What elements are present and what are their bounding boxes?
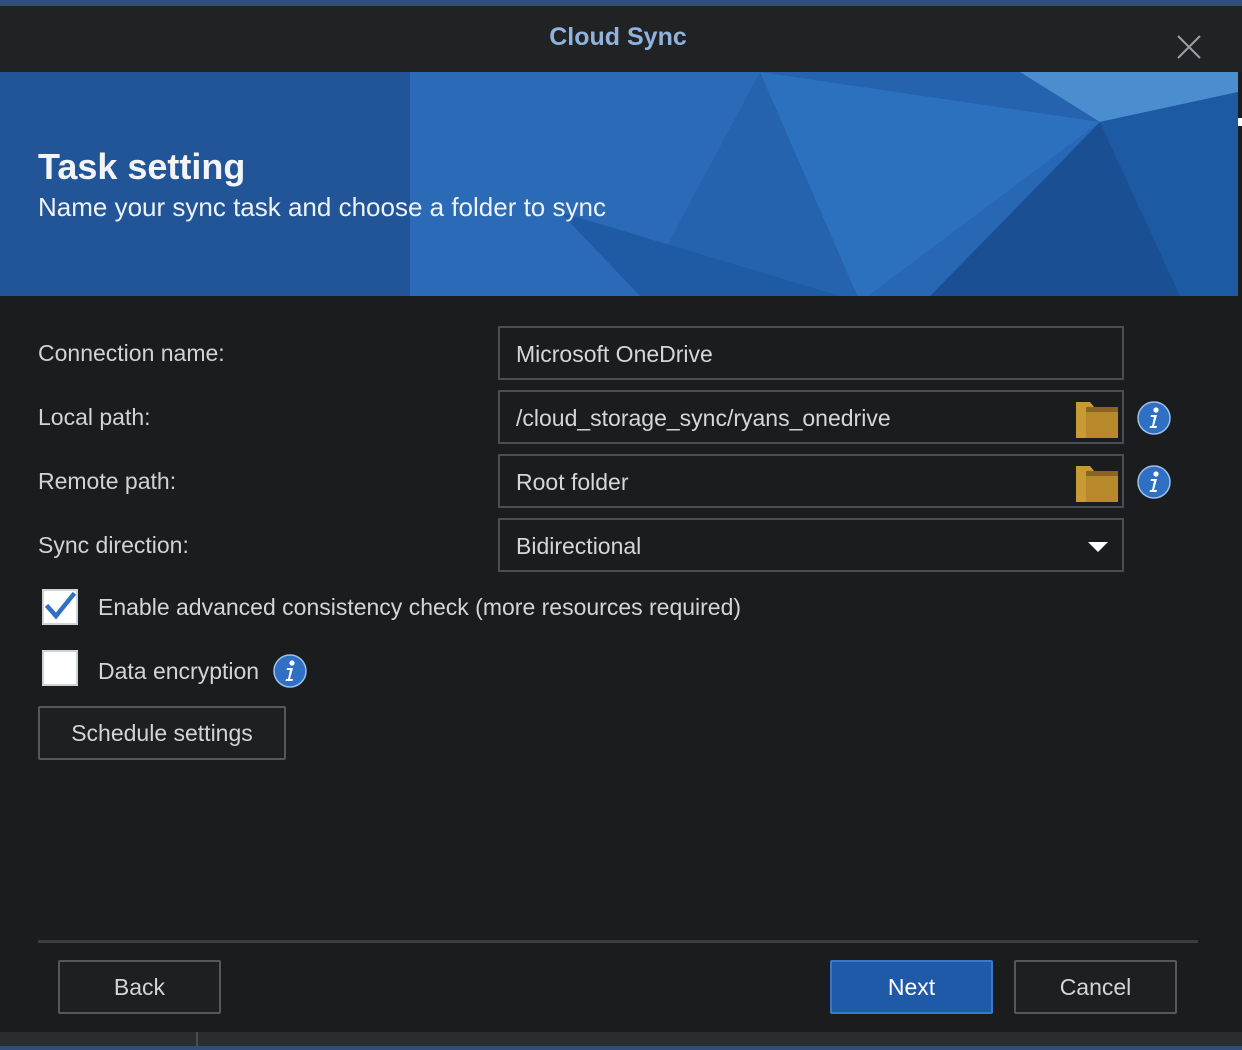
schedule-settings-button[interactable]: Schedule settings (38, 706, 286, 760)
local-path-label: Local path: (38, 404, 151, 430)
banner-title: Task setting (38, 146, 246, 187)
local-path-field[interactable]: /cloud_storage_sync/ryans_onedrive (498, 390, 1124, 444)
scroll-indicator (1238, 118, 1242, 126)
window-title: Cloud Sync (549, 23, 687, 51)
chevron-down-icon[interactable] (1086, 540, 1110, 554)
local-path-info-icon[interactable] (1137, 401, 1171, 435)
sync-direction-select[interactable]: Bidirectional (498, 518, 1124, 572)
remote-path-info-icon[interactable] (1137, 465, 1171, 499)
data-encryption-info-icon[interactable] (273, 654, 307, 688)
remote-path-folder-icon[interactable] (1074, 462, 1120, 504)
data-encryption-label: Data encryption (98, 658, 260, 684)
close-icon[interactable] (1172, 30, 1206, 64)
data-encryption-checkbox[interactable] (42, 650, 78, 686)
checkmark-icon (44, 591, 77, 620)
footer-divider (38, 940, 1198, 943)
next-button[interactable]: Next (830, 960, 993, 1014)
connection-name-field[interactable]: Microsoft OneDrive (498, 326, 1124, 380)
connection-name-label: Connection name: (38, 340, 225, 366)
cancel-button[interactable]: Cancel (1014, 960, 1177, 1014)
remote-path-field[interactable]: Root folder (498, 454, 1124, 508)
bottom-notch (196, 1032, 198, 1046)
back-button[interactable]: Back (58, 960, 221, 1014)
local-path-folder-icon[interactable] (1074, 398, 1120, 440)
connection-name-value: Microsoft OneDrive (516, 341, 713, 367)
remote-path-value: Root folder (516, 469, 629, 495)
remote-path-label: Remote path: (38, 468, 177, 494)
bottom-edge-line (0, 1046, 1242, 1050)
sync-direction-value: Bidirectional (516, 533, 642, 559)
banner-subtitle: Name your sync task and choose a folder … (38, 192, 606, 222)
consistency-check-label: Enable advanced consistency check (more … (98, 594, 742, 620)
consistency-check-checkbox[interactable] (42, 589, 78, 625)
sync-direction-label: Sync direction: (38, 532, 189, 558)
title-bar: Cloud Sync (0, 6, 1242, 72)
header-banner: Task setting Name your sync task and cho… (0, 72, 1238, 296)
local-path-value: /cloud_storage_sync/ryans_onedrive (516, 405, 891, 431)
window-bottom-edge (0, 1032, 1242, 1050)
